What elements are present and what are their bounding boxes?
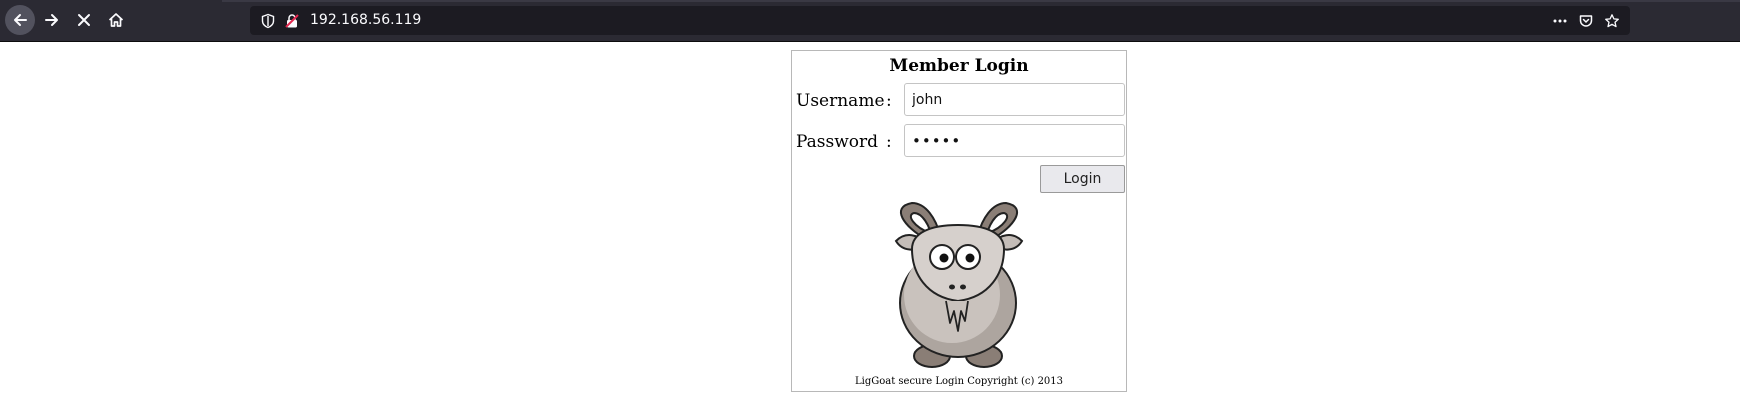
shield-icon[interactable]: [260, 13, 276, 29]
stop-button[interactable]: [69, 5, 99, 35]
copyright-text: LigGoat secure Login Copyright (c) 2013: [854, 376, 1064, 387]
password-colon: :: [886, 132, 892, 152]
login-title: Member Login: [889, 56, 1029, 76]
login-box: Member Login Username : Password : Login…: [791, 50, 1127, 392]
more-dots-icon[interactable]: [1552, 13, 1568, 29]
arrow-right-icon: [45, 14, 58, 26]
url-bar[interactable]: 192.168.56.119: [250, 6, 1630, 35]
goat-image: [894, 201, 1024, 368]
username-colon: :: [886, 91, 892, 111]
forward-button[interactable]: [37, 5, 67, 35]
back-button[interactable]: [5, 5, 35, 35]
home-button[interactable]: [101, 5, 131, 35]
tab-strip-edge: [222, 0, 1740, 2]
browser-toolbar: 192.168.56.119: [0, 0, 1740, 42]
insecure-lock-icon[interactable]: [284, 13, 300, 29]
close-icon: [78, 14, 90, 26]
username-input[interactable]: [904, 83, 1125, 116]
arrow-left-icon: [14, 14, 27, 26]
home-icon: [108, 13, 124, 27]
url-text[interactable]: 192.168.56.119: [310, 6, 421, 35]
login-button[interactable]: Login: [1040, 165, 1125, 193]
pocket-icon[interactable]: [1578, 13, 1594, 29]
password-label: Password: [796, 132, 879, 152]
username-label: Username: [796, 91, 885, 111]
password-input[interactable]: [904, 124, 1125, 157]
star-icon[interactable]: [1604, 13, 1620, 29]
